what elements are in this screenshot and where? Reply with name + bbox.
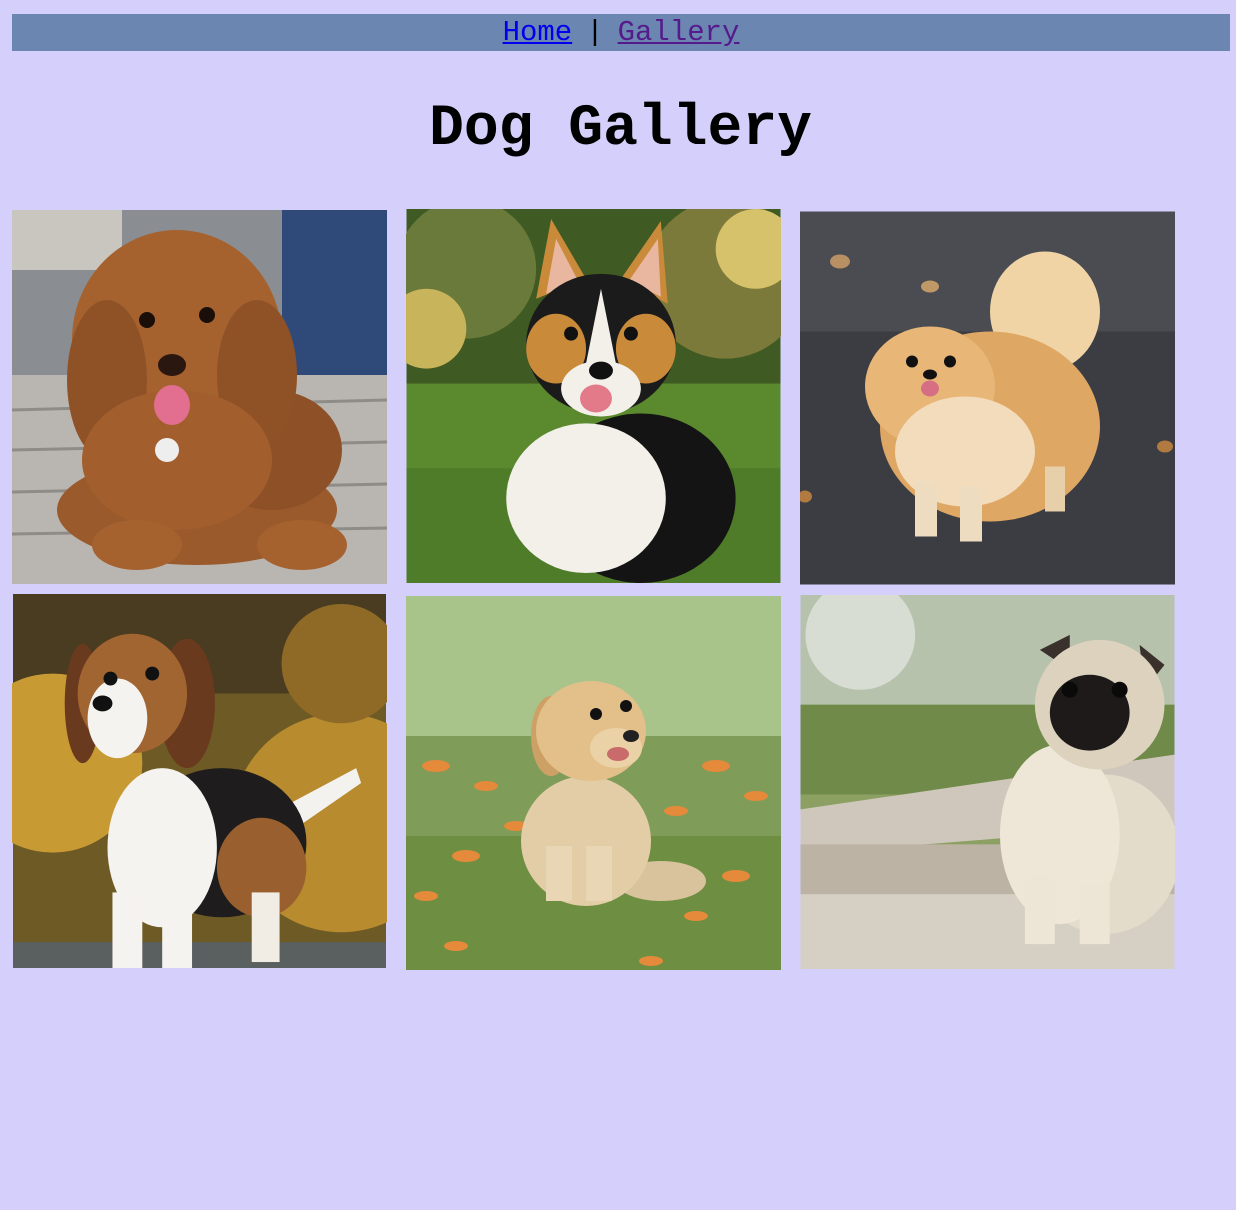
nav-gallery-link[interactable]: Gallery	[618, 16, 740, 49]
gallery-image-beagle[interactable]	[12, 594, 387, 968]
top-navbar: Home | Gallery	[12, 14, 1230, 51]
poodle-photo	[12, 210, 387, 584]
nav-separator: |	[586, 16, 604, 49]
gallery-image-pug[interactable]	[800, 595, 1175, 969]
nav-home-link[interactable]: Home	[503, 16, 573, 49]
pomeranian-photo	[800, 211, 1175, 585]
gallery-image-poodle[interactable]	[12, 210, 387, 584]
corgi-photo	[406, 209, 781, 583]
gallery-image-corgi[interactable]	[406, 209, 781, 583]
gallery-image-pomeranian[interactable]	[800, 211, 1175, 585]
pug-photo	[800, 595, 1175, 969]
page-title: Dog Gallery	[429, 97, 812, 162]
beagle-photo	[12, 594, 387, 968]
gallery-image-golden-retriever[interactable]	[406, 596, 781, 970]
golden-retriever-photo	[406, 596, 781, 970]
